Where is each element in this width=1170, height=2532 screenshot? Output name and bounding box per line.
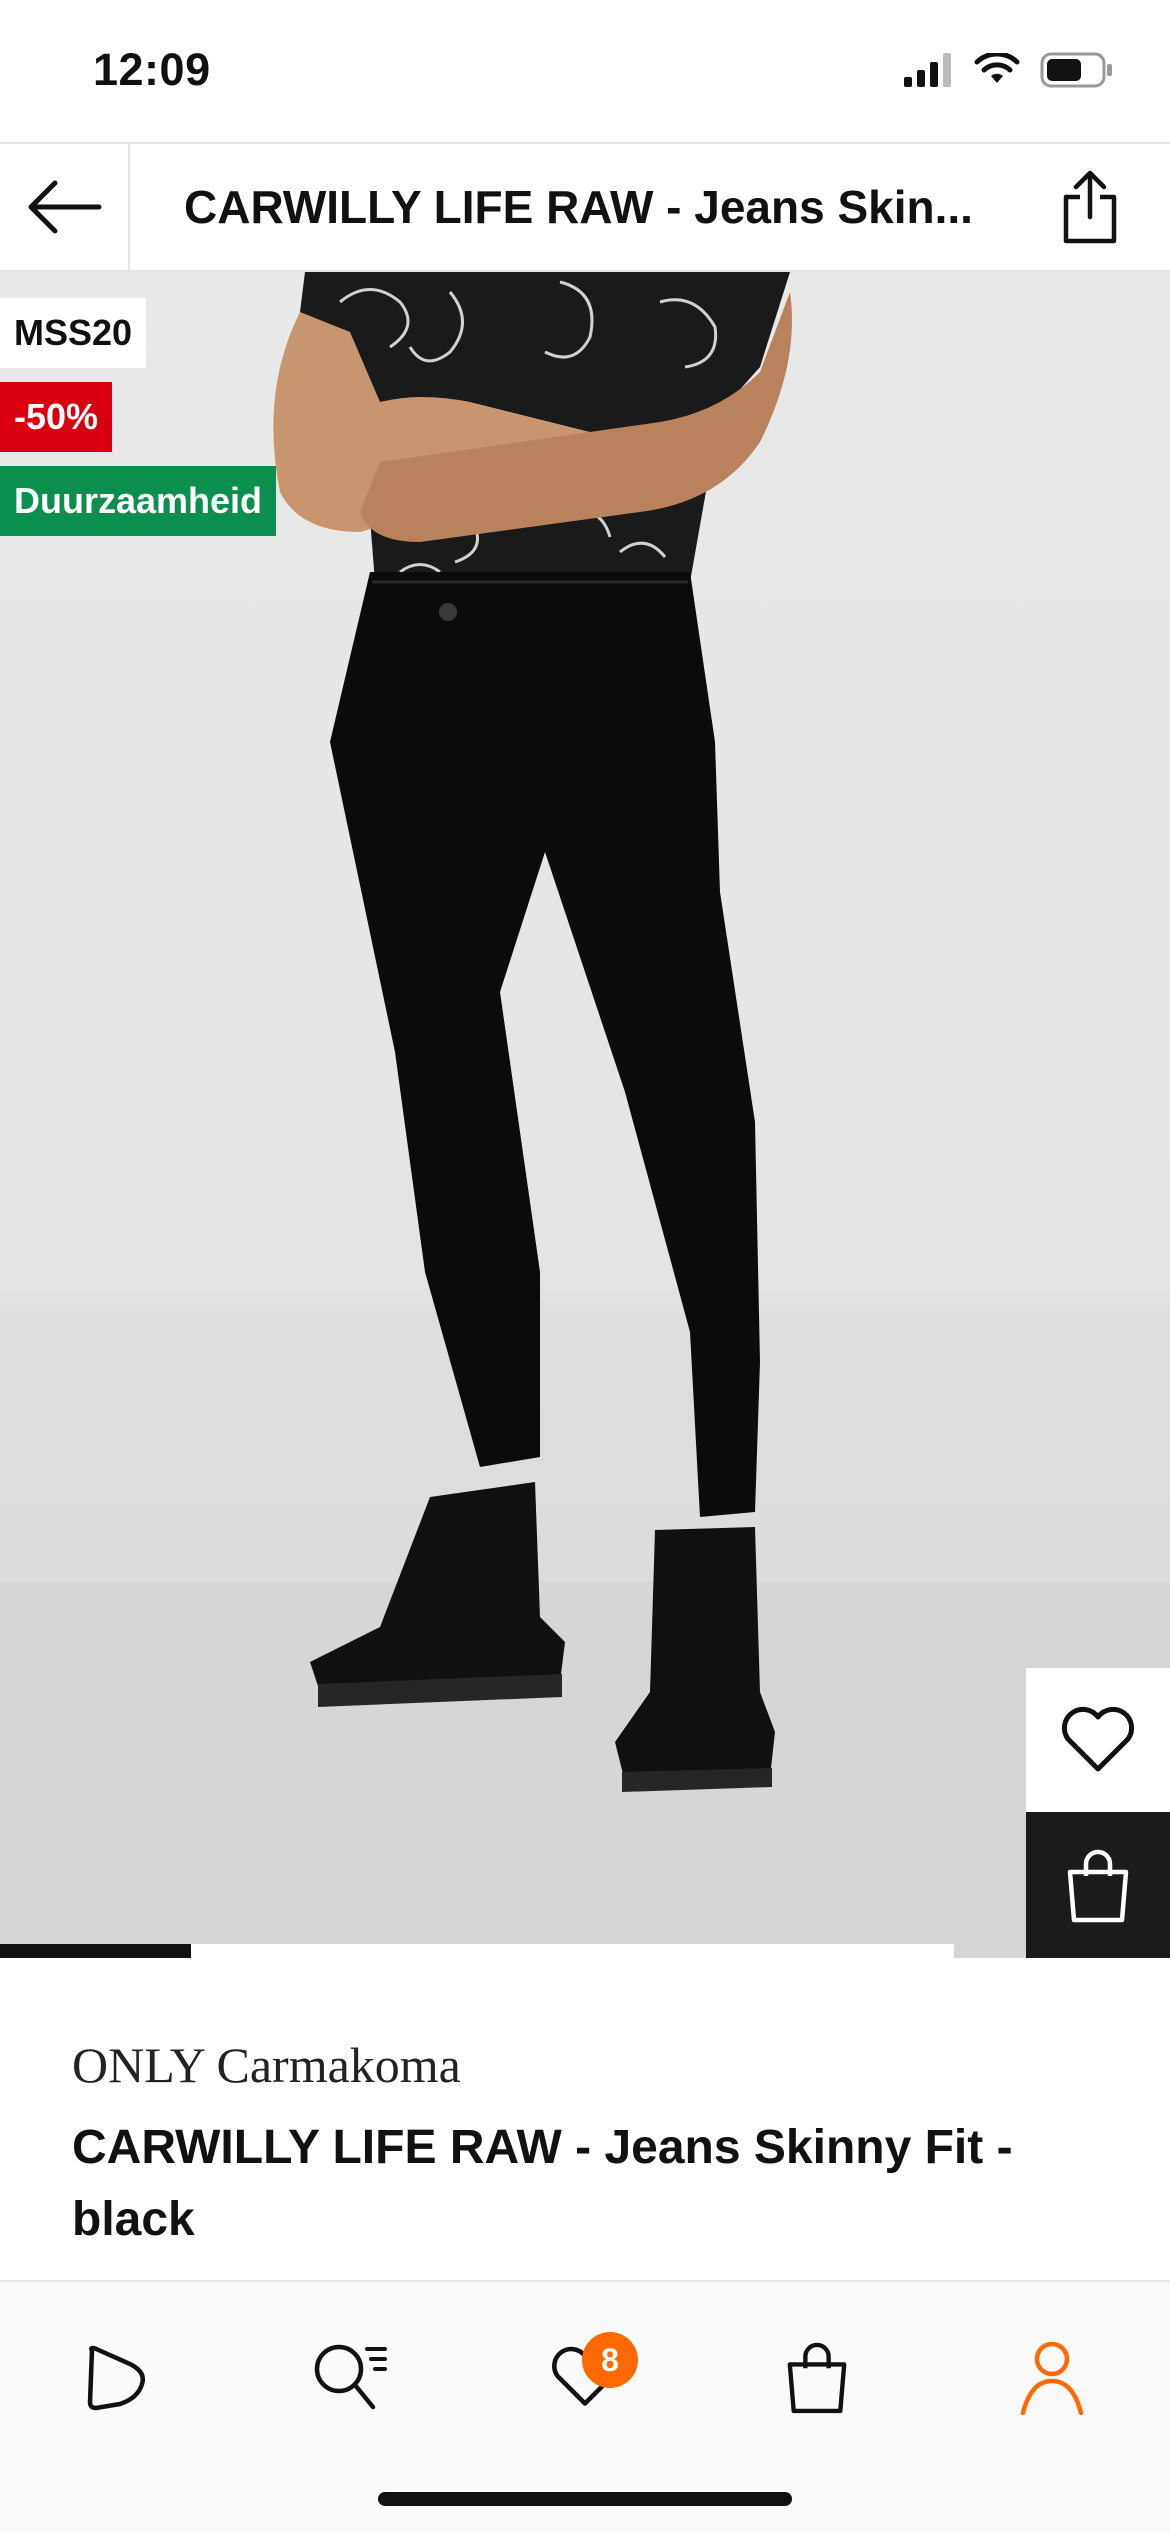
top-nav-bar: CARWILLY LIFE RAW - Jeans Skin... — [0, 142, 1170, 272]
discount-badge: -50% — [0, 382, 113, 452]
wifi-icon — [974, 53, 1020, 83]
tab-bag[interactable] — [762, 2322, 872, 2432]
wishlist-count-badge: 8 — [582, 2332, 638, 2388]
share-button[interactable] — [1050, 167, 1130, 247]
tab-profile[interactable] — [997, 2322, 1107, 2432]
add-to-bag-button[interactable] — [1026, 1812, 1170, 1958]
promo-code-badge: MSS20 — [0, 298, 147, 368]
back-button[interactable] — [0, 144, 130, 270]
signal-icon — [904, 53, 951, 87]
page-title: CARWILLY LIFE RAW - Jeans Skin... — [184, 181, 973, 233]
product-name: CARWILLY LIFE RAW - Jeans Skinny Fit - b… — [72, 2121, 1013, 2246]
tab-home[interactable] — [60, 2322, 170, 2432]
home-play-icon — [87, 2345, 145, 2411]
product-brand[interactable]: ONLY Carmakoma — [72, 2036, 461, 2094]
product-image-gallery[interactable]: MSS20 -50% Duurzaamheid — [0, 272, 1170, 1958]
sustainability-badge: Duurzaamheid — [0, 466, 277, 536]
status-icons — [904, 52, 1114, 88]
bag-icon — [1067, 1849, 1129, 1923]
tab-search[interactable] — [295, 2322, 405, 2432]
battery-icon — [1040, 52, 1112, 88]
gallery-progress-indicator — [0, 1944, 191, 1958]
profile-icon — [1020, 2341, 1084, 2415]
status-time: 12:09 — [93, 44, 211, 95]
home-indicator — [378, 2492, 792, 2506]
tab-wishlist[interactable]: 8 — [530, 2322, 640, 2432]
search-icon — [314, 2344, 387, 2410]
share-icon — [1063, 170, 1117, 244]
bag-icon — [787, 2342, 847, 2414]
status-bar: 12:09 — [0, 0, 1170, 142]
arrow-left-icon — [28, 180, 102, 234]
heart-icon — [1061, 1706, 1135, 1772]
add-to-wishlist-button[interactable] — [1026, 1668, 1170, 1812]
